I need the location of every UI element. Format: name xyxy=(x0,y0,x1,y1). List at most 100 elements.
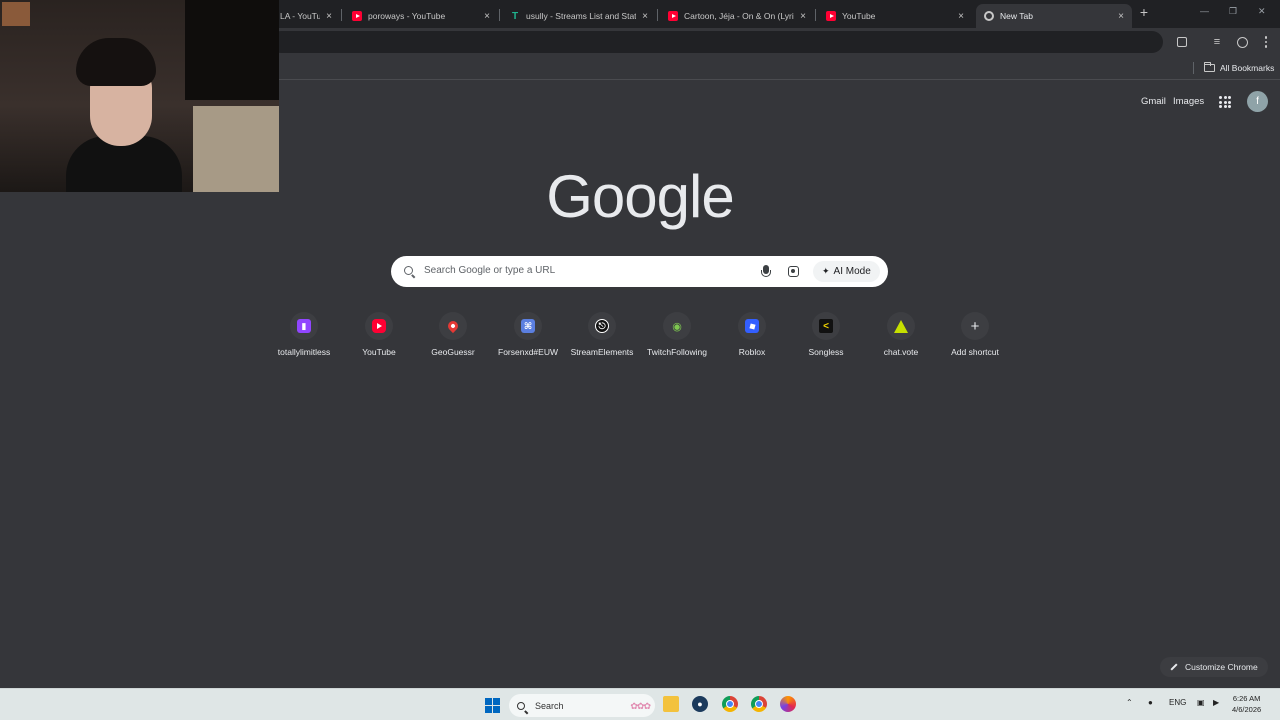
file-explorer-icon[interactable] xyxy=(663,696,679,712)
triangle-icon xyxy=(894,319,908,333)
shortcut-tile: ▮ xyxy=(290,312,318,340)
address-bar[interactable] xyxy=(270,31,1163,53)
taskbar-search[interactable]: Search ✿✿✿ xyxy=(509,694,655,717)
account-avatar[interactable]: f xyxy=(1247,91,1268,112)
tab-title: YouTube xyxy=(842,11,876,21)
customize-chrome-button[interactable]: Customize Chrome xyxy=(1160,657,1268,677)
youtube-icon xyxy=(826,11,836,21)
bookmarks-separator xyxy=(1193,62,1194,74)
clock-time: 6:26 AM xyxy=(1232,694,1261,703)
steam-icon[interactable]: ● xyxy=(692,696,708,712)
search-box[interactable]: Search Google or type a URL ✦ AI Mode xyxy=(391,256,888,287)
shortcut-label: totallylimitless xyxy=(277,347,331,357)
shortcut-tile: < xyxy=(812,312,840,340)
shortcut-label: Songless xyxy=(808,347,844,357)
volume-icon[interactable]: ▶ xyxy=(1213,698,1219,707)
shortcut-label: Roblox xyxy=(738,347,766,357)
customize-chrome-label: Customize Chrome xyxy=(1185,662,1258,672)
ai-mode-label: AI Mode xyxy=(833,266,871,277)
google-apps-icon[interactable] xyxy=(1219,96,1231,108)
minimize-icon[interactable]: — xyxy=(1200,6,1209,16)
folder-icon xyxy=(1204,62,1215,72)
gmail-link[interactable]: Gmail xyxy=(1141,96,1166,107)
close-window-icon[interactable]: ✕ xyxy=(1258,6,1266,17)
streamer xyxy=(60,38,182,192)
add-shortcut-button[interactable]: + Add shortcut xyxy=(938,311,1012,367)
map-pin-icon xyxy=(445,318,461,334)
tab-usully-streams[interactable]: T usully - Streams List and Statistics × xyxy=(502,4,656,28)
chrome-icon xyxy=(984,11,994,21)
images-link[interactable]: Images xyxy=(1173,96,1204,107)
profile-icon[interactable] xyxy=(1235,35,1249,49)
system-clock[interactable]: 6:26 AM 4/6/2026 xyxy=(1232,693,1261,715)
google-lens-icon[interactable] xyxy=(788,266,799,277)
shortcut-tile: ⌘ xyxy=(514,312,542,340)
tab-close-icon[interactable]: × xyxy=(800,11,806,22)
menu-icon[interactable] xyxy=(1259,35,1273,49)
network-icon[interactable]: ▣ xyxy=(1197,698,1205,707)
language-indicator[interactable]: ENG xyxy=(1169,698,1186,707)
firefox-icon[interactable] xyxy=(780,696,796,712)
new-tab-button[interactable]: + xyxy=(1137,5,1151,19)
tab-new-tab[interactable]: New Tab × xyxy=(976,4,1132,28)
tab-youtube-la[interactable]: LA - YouTu × xyxy=(272,4,340,28)
chrome-icon[interactable] xyxy=(722,696,738,712)
microphone-icon[interactable] xyxy=(761,265,771,277)
tab-title: Cartoon, Jéja - On & On (Lyrics) xyxy=(684,11,795,21)
shortcut-tile: + xyxy=(961,312,989,340)
shortcut-youtube[interactable]: YouTube xyxy=(342,311,416,367)
ai-mode-button[interactable]: ✦ AI Mode xyxy=(813,261,880,282)
tab-close-icon[interactable]: × xyxy=(1118,11,1124,22)
streamer-hair xyxy=(76,38,156,86)
all-bookmarks-label: All Bookmarks xyxy=(1220,63,1275,73)
media-control-icon[interactable]: ≡ xyxy=(1210,35,1224,49)
search-input[interactable]: Search Google or type a URL xyxy=(424,265,555,276)
shortcut-geoguessr[interactable]: GeoGuessr xyxy=(416,311,490,367)
youtube-icon xyxy=(668,11,678,21)
restore-icon[interactable]: ❐ xyxy=(1229,6,1237,17)
tab-separator xyxy=(499,9,500,21)
shortcut-roblox[interactable]: Roblox xyxy=(715,311,789,367)
ai-sparkle-icon: ✦ xyxy=(822,266,830,276)
shortcut-twitchfollowing[interactable]: ◉ TwitchFollowing xyxy=(640,311,714,367)
youtube-icon xyxy=(352,11,362,21)
shortcut-label: Add shortcut xyxy=(951,347,999,357)
search-icon xyxy=(404,266,413,275)
microphone-icon[interactable]: ● xyxy=(1148,698,1153,707)
tab-poroways[interactable]: poroways - YouTube × xyxy=(344,4,498,28)
streamelements-icon: ⎋ xyxy=(595,319,609,333)
shortcut-chat-vote[interactable]: chat.vote xyxy=(864,311,938,367)
chrome-profile-icon[interactable] xyxy=(751,696,767,712)
shortcut-label: GeoGuessr xyxy=(431,347,475,357)
tab-cartoon-jeja[interactable]: Cartoon, Jéja - On & On (Lyrics) × xyxy=(660,4,814,28)
tab-close-icon[interactable]: × xyxy=(326,11,332,22)
shortcut-songless[interactable]: < Songless xyxy=(789,311,863,367)
roblox-icon xyxy=(745,319,759,333)
windows-start-icon[interactable] xyxy=(485,698,500,713)
shortcut-forsenxd[interactable]: ⌘ Forsenxd#EUW xyxy=(491,311,565,367)
shortcut-label: TwitchFollowing xyxy=(647,347,707,357)
tab-youtube[interactable]: YouTube × xyxy=(818,4,972,28)
shortcut-streamelements[interactable]: ⎋ StreamElements xyxy=(565,311,639,367)
tab-title: poroways - YouTube xyxy=(368,11,446,21)
background-wall xyxy=(193,106,279,192)
all-bookmarks-button[interactable]: All Bookmarks xyxy=(1204,60,1274,76)
shortcut-totallylimitless[interactable]: ▮ totallylimitless xyxy=(267,311,341,367)
tab-close-icon[interactable]: × xyxy=(958,11,964,22)
shortcut-tile xyxy=(365,312,393,340)
shortcut-tile xyxy=(738,312,766,340)
shortcut-tile xyxy=(887,312,915,340)
wall-picture xyxy=(2,2,30,26)
tab-separator xyxy=(657,9,658,21)
tab-close-icon[interactable]: × xyxy=(484,11,490,22)
shortcut-label: Forsenxd#EUW xyxy=(498,347,558,357)
tt-icon: T xyxy=(511,10,519,22)
frog-icon: ◉ xyxy=(672,320,682,333)
tab-close-icon[interactable]: × xyxy=(642,11,648,22)
search-highlight-icon: ✿✿✿ xyxy=(630,701,651,711)
extensions-icon[interactable] xyxy=(1175,35,1189,49)
plus-icon: + xyxy=(970,317,980,335)
google-logo: Google xyxy=(546,163,734,230)
tray-overflow-icon[interactable]: ⌃ xyxy=(1126,698,1133,707)
shortcut-tile: ⎋ xyxy=(588,312,616,340)
